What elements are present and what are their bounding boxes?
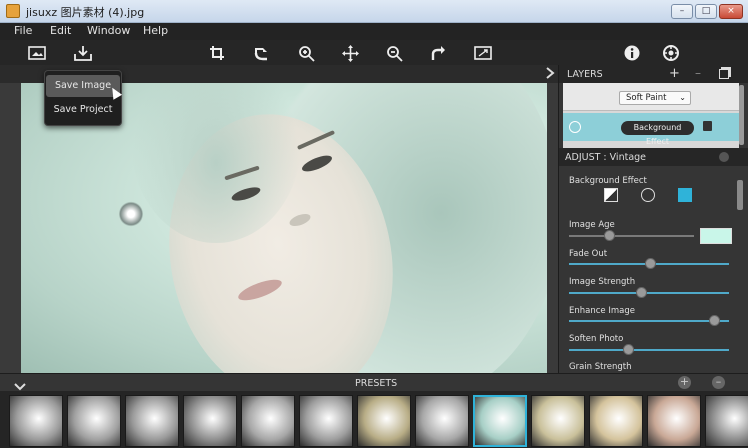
pan-icon[interactable]	[340, 43, 360, 63]
menu-file[interactable]: File	[14, 24, 32, 37]
slider-track-soften-photo[interactable]	[569, 349, 729, 351]
right-panel: LAYERS + – Soft Paint ⌄ Background Effec…	[558, 65, 748, 373]
fit-screen-icon[interactable]	[473, 43, 493, 63]
preset-thumbnail[interactable]	[357, 395, 411, 447]
remove-layer-button[interactable]: –	[695, 66, 701, 80]
info-icon[interactable]	[622, 43, 642, 63]
menu-bar: File Edit Window Help	[0, 23, 748, 40]
slider-track-enhance-image[interactable]	[569, 320, 729, 322]
slider-track-image-age[interactable]	[569, 235, 694, 237]
redo-icon[interactable]	[428, 43, 448, 63]
duplicate-layer-icon[interactable]	[719, 69, 729, 79]
layer-row-soft-paint[interactable]: Soft Paint ⌄	[563, 83, 739, 111]
layers-title: LAYERS	[567, 69, 603, 80]
blend-mode-value: Soft Paint	[626, 93, 667, 103]
menu-edit[interactable]: Edit	[50, 24, 71, 37]
presets-strip	[0, 391, 748, 448]
slider-label-image-strength: Image Strength	[569, 277, 636, 287]
preset-thumbnail[interactable]	[299, 395, 353, 447]
adjust-header: ADJUST : Vintage	[559, 148, 748, 166]
save-icon[interactable]	[73, 43, 93, 63]
slider-knob-fade-out[interactable]	[645, 258, 656, 269]
open-image-icon[interactable]	[27, 43, 47, 63]
slider-knob-soften-photo[interactable]	[623, 344, 634, 355]
save-image-item[interactable]: Save Image	[46, 75, 120, 97]
zoom-in-icon[interactable]	[296, 43, 316, 63]
window-title: jisuxz 图片素材 (4).jpg	[26, 6, 145, 19]
layers-list: Soft Paint ⌄ Background Effect	[563, 83, 739, 148]
earring	[119, 201, 143, 227]
save-project-item[interactable]: Save Project	[46, 99, 120, 121]
effect-contrast-icon[interactable]	[604, 188, 618, 202]
slider-track-image-strength[interactable]	[569, 292, 729, 294]
close-button[interactable]: ×	[719, 4, 743, 19]
zoom-out-icon[interactable]	[384, 43, 404, 63]
chevron-down-icon: ⌄	[679, 93, 686, 102]
blend-mode-select[interactable]: Soft Paint ⌄	[619, 91, 691, 105]
menu-window[interactable]: Window	[87, 24, 130, 37]
layer-row-background-effect[interactable]: Background Effect	[563, 113, 739, 146]
presets-title: PRESETS	[355, 378, 398, 389]
preset-thumbnail[interactable]	[9, 395, 63, 447]
add-preset-button[interactable]: +	[678, 376, 691, 389]
preset-thumbnail[interactable]	[67, 395, 121, 447]
layers-header: LAYERS + –	[559, 65, 748, 83]
photo-preview	[21, 83, 547, 373]
slider-label-image-age: Image Age	[569, 220, 615, 230]
slider-label-grain-strength: Grain Strength	[569, 362, 632, 372]
preset-thumbnail[interactable]	[473, 395, 527, 447]
toolbar	[0, 40, 748, 65]
lock-icon[interactable]	[703, 121, 712, 131]
preset-thumbnail[interactable]	[531, 395, 585, 447]
age-color-swatch[interactable]	[700, 228, 732, 244]
adjust-title: ADJUST : Vintage	[565, 152, 647, 163]
slider-label-fade-out: Fade Out	[569, 249, 608, 259]
chevron-right-icon[interactable]	[545, 67, 557, 81]
reset-icon[interactable]	[719, 152, 729, 162]
menu-help[interactable]: Help	[143, 24, 168, 37]
adjust-scrollbar[interactable]	[737, 180, 743, 210]
app-window: jisuxz 图片素材 (4).jpg – □ × File Edit Wind…	[0, 0, 748, 448]
effect-brightness-icon[interactable]	[641, 188, 655, 202]
preset-thumbnail[interactable]	[589, 395, 643, 447]
slider-knob-image-age[interactable]	[604, 230, 615, 241]
slider-label-enhance-image: Enhance Image	[569, 306, 635, 316]
title-bar: jisuxz 图片素材 (4).jpg – □ ×	[0, 0, 748, 23]
presets-header: PRESETS + –	[0, 373, 748, 391]
rotate-icon[interactable]	[251, 43, 271, 63]
preset-thumbnail[interactable]	[415, 395, 469, 447]
background-effect-label: Background Effect	[569, 176, 647, 186]
slider-knob-image-strength[interactable]	[636, 287, 647, 298]
preset-thumbnail[interactable]	[241, 395, 295, 447]
maximize-button[interactable]: □	[695, 4, 717, 19]
effect-color-icon[interactable]	[678, 188, 692, 202]
settings-icon[interactable]	[661, 43, 681, 63]
save-menu: Save Image Save Project	[44, 70, 122, 126]
minimize-button[interactable]: –	[671, 4, 693, 19]
preset-thumbnail[interactable]	[183, 395, 237, 447]
layer-visibility-radio[interactable]	[569, 121, 581, 133]
preset-thumbnail[interactable]	[705, 395, 748, 447]
slider-label-soften-photo: Soften Photo	[569, 334, 624, 344]
add-layer-button[interactable]: +	[669, 66, 680, 81]
layers-scrollbar[interactable]	[739, 85, 744, 145]
crop-icon[interactable]	[207, 43, 227, 63]
app-icon	[6, 4, 20, 18]
layer-name: Background Effect	[621, 121, 694, 146]
preset-thumbnail[interactable]	[125, 395, 179, 447]
remove-preset-button[interactable]: –	[712, 376, 725, 389]
preset-thumbnail[interactable]	[647, 395, 701, 447]
slider-knob-enhance-image[interactable]	[709, 315, 720, 326]
